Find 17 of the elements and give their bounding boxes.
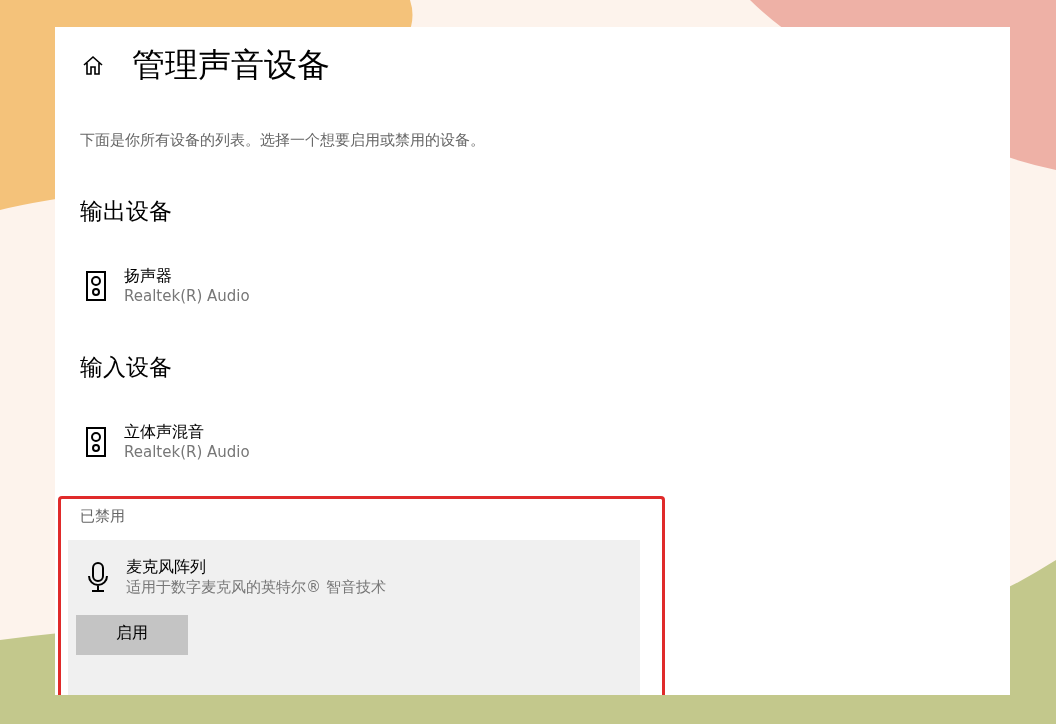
- disabled-label: 已禁用: [80, 507, 126, 526]
- device-name: 麦克风阵列: [126, 556, 207, 577]
- enable-button[interactable]: 启用: [76, 615, 188, 655]
- speaker-icon: [86, 270, 106, 301]
- speaker-icon: [86, 426, 106, 457]
- page-title: 管理声音设备: [132, 43, 330, 86]
- device-name: 立体声混音: [124, 421, 205, 442]
- section-heading: 输出设备: [80, 197, 173, 226]
- home-icon[interactable]: [82, 55, 104, 75]
- device-card[interactable]: 麦克风阵列 适用于数字麦克风的英特尔® 智音技术 启用: [68, 540, 640, 695]
- device-detail: Realtek(R) Audio: [124, 442, 250, 462]
- device-name: 扬声器: [124, 265, 173, 286]
- section-heading: 输入设备: [80, 353, 173, 382]
- device-detail: 适用于数字麦克风的英特尔® 智音技术: [126, 577, 386, 597]
- microphone-icon: [88, 561, 108, 592]
- description-text: 下面是你所有设备的列表。选择一个想要启用或禁用的设备。: [80, 131, 486, 150]
- device-detail: Realtek(R) Audio: [124, 286, 250, 306]
